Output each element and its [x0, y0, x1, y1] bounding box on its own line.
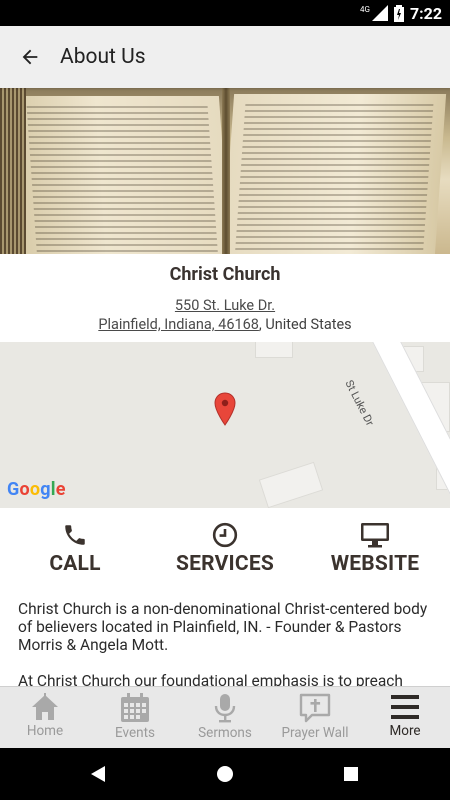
- church-info: Christ Church 550 St. Luke Dr. Plainfiel…: [0, 254, 450, 342]
- phone-icon: [65, 525, 85, 545]
- nav-events[interactable]: Events: [90, 687, 180, 748]
- system-recents-button[interactable]: [316, 748, 386, 800]
- address-country: , United States: [258, 316, 352, 333]
- back-button[interactable]: [0, 26, 60, 88]
- description-paragraph: At Christ Church our foundational emphas…: [18, 672, 403, 686]
- address-line1-link[interactable]: 550 St. Luke Dr.: [175, 297, 275, 314]
- network-type: 4G: [360, 4, 370, 14]
- clock: 7:22: [409, 3, 442, 23]
- website-label: WEBSITE: [330, 552, 420, 576]
- square-recents-icon: [344, 767, 358, 781]
- description-paragraph: Christ Church is a non-denominational Ch…: [18, 600, 428, 654]
- website-button[interactable]: WEBSITE: [300, 508, 450, 598]
- bottom-nav: Home Events Sermons Prayer Wall More: [0, 686, 450, 748]
- system-nav-bar: [0, 748, 450, 800]
- nav-home-label: Home: [26, 723, 64, 739]
- address-line2-link[interactable]: Plainfield, Indiana, 46168: [98, 316, 259, 333]
- signal-icon: [371, 5, 388, 21]
- nav-sermons-label: Sermons: [198, 725, 252, 741]
- battery-icon: [393, 4, 404, 22]
- page-title: About Us: [60, 45, 146, 69]
- church-description: Christ Church is a non-denominational Ch…: [18, 600, 432, 686]
- menu-icon: [391, 695, 419, 719]
- services-button[interactable]: SERVICES: [150, 508, 300, 598]
- call-label: CALL: [49, 552, 101, 576]
- action-buttons: CALL SERVICES WEBSITE: [0, 508, 450, 598]
- monitor-icon: [361, 523, 389, 548]
- church-name: Christ Church: [169, 264, 281, 285]
- google-logo: Google: [7, 479, 66, 500]
- circle-home-icon: [217, 766, 233, 782]
- map-view[interactable]: St Luke Dr Google: [0, 342, 450, 508]
- app-bar: About Us: [0, 26, 450, 88]
- call-button[interactable]: CALL: [0, 508, 150, 598]
- street-label: St Luke Dr: [342, 378, 377, 429]
- system-back-button[interactable]: [63, 748, 133, 800]
- map-building: [258, 461, 324, 508]
- nav-events-label: Events: [115, 725, 155, 741]
- prayer-icon: [299, 693, 331, 723]
- arrow-left-icon: [22, 49, 38, 65]
- calendar-icon: [121, 693, 149, 722]
- nav-sermons[interactable]: Sermons: [180, 687, 270, 748]
- status-bar: 4G 7:22: [0, 0, 450, 26]
- hero-image-bible: [0, 88, 450, 254]
- system-home-button[interactable]: [190, 748, 260, 800]
- map-building: [255, 342, 293, 358]
- nav-more-label: More: [389, 723, 421, 739]
- home-icon: [32, 693, 58, 720]
- triangle-back-icon: [91, 766, 105, 782]
- clock-icon: [212, 522, 238, 548]
- services-label: SERVICES: [176, 552, 274, 576]
- map-pin-icon[interactable]: [214, 392, 236, 426]
- nav-prayer-wall[interactable]: Prayer Wall: [270, 687, 360, 748]
- nav-more[interactable]: More: [360, 687, 450, 748]
- microphone-icon: [214, 694, 236, 723]
- nav-prayer-wall-label: Prayer Wall: [281, 725, 349, 741]
- nav-home[interactable]: Home: [0, 687, 90, 748]
